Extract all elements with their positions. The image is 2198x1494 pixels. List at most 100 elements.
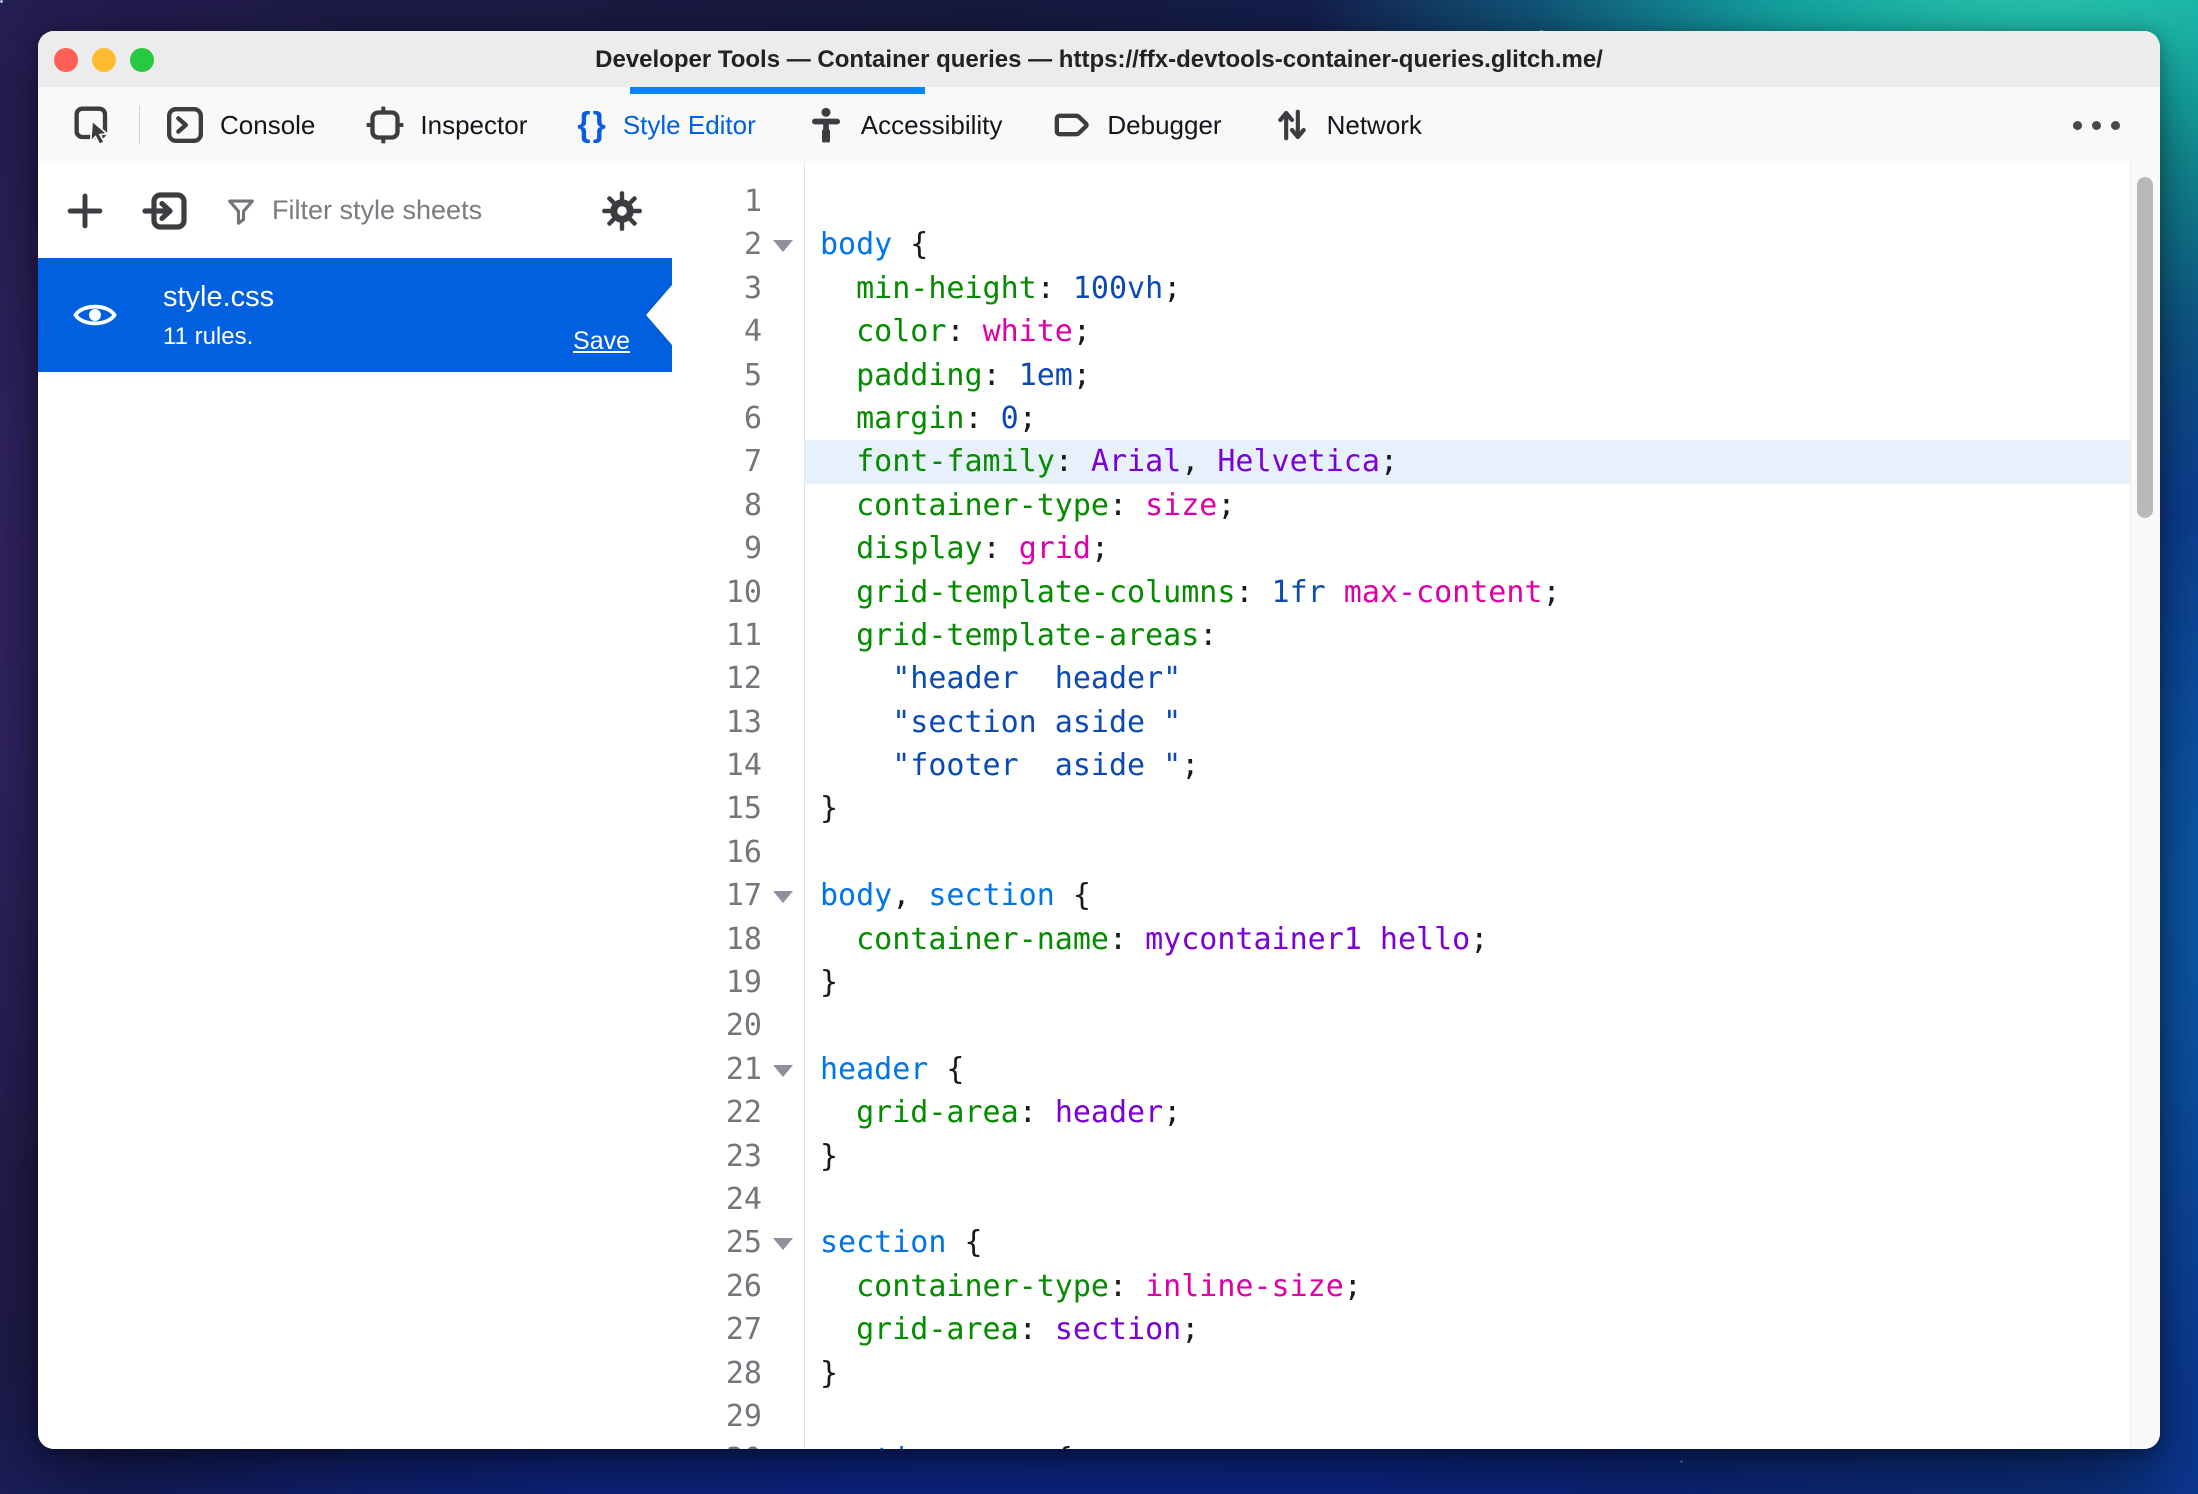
save-link[interactable]: Save — [573, 327, 630, 356]
code-token: : — [1108, 1268, 1146, 1304]
code-token: header — [820, 1051, 929, 1087]
code-token: : — [1235, 574, 1272, 610]
code-token: : — [1018, 1095, 1055, 1131]
stylesheet-item-style-css[interactable]: style.css 11 rules. Save — [38, 258, 672, 372]
import-icon — [142, 191, 187, 230]
code-line[interactable]: 4 color: white; — [672, 310, 2160, 353]
code-line[interactable]: 1 — [672, 180, 2160, 223]
code-line[interactable]: 8 container-type: size; — [672, 484, 2160, 527]
code-token: { — [1054, 878, 1091, 914]
code-token: font-family — [820, 444, 1055, 480]
code-text: "footer aside "; — [820, 744, 1199, 787]
debugger-icon — [1055, 113, 1090, 137]
fold-toggle-icon[interactable] — [773, 1238, 793, 1251]
meatball-menu-button[interactable] — [2065, 113, 2128, 138]
meatball-dot — [2111, 120, 2120, 130]
tab-style-editor[interactable]: {} Style Editor — [552, 87, 780, 163]
editor-scrollbar-track[interactable] — [2130, 163, 2160, 1449]
code-line[interactable]: 16 — [672, 831, 2160, 874]
code-token: : — [1199, 617, 1218, 653]
code-token: : — [1036, 270, 1073, 306]
tab-label: Inspector — [420, 109, 528, 140]
code-token: grid-template-areas — [820, 617, 1200, 653]
code-line[interactable]: 26 container-type: inline-size; — [672, 1265, 2160, 1308]
code-text: min-height: 100vh; — [820, 267, 1181, 310]
fold-toggle-icon[interactable] — [773, 1064, 793, 1077]
code-token: : — [964, 400, 1001, 436]
code-line[interactable]: 25 section { — [672, 1221, 2160, 1264]
tab-accessibility[interactable]: Accessibility — [781, 87, 1028, 163]
code-line[interactable]: 18 container-name: mycontainer1 hello; — [672, 918, 2160, 961]
code-token: ; — [1090, 531, 1109, 567]
code-line[interactable]: 7 font-family: Arial, Helvetica; — [672, 440, 2160, 484]
code-text: container-name: mycontainer1 hello; — [820, 918, 1488, 961]
code-line[interactable]: 10 grid-template-columns: 1fr max-conten… — [672, 571, 2160, 614]
code-token: container-name — [820, 921, 1109, 957]
code-text: body { — [820, 223, 928, 266]
code-line[interactable]: 23} — [672, 1135, 2160, 1178]
fold-toggle-icon[interactable] — [773, 240, 793, 253]
console-icon — [167, 107, 203, 143]
visibility-eye-icon[interactable] — [72, 292, 118, 338]
tab-debugger[interactable]: Debugger — [1027, 87, 1246, 163]
code-line[interactable]: 3 min-height: 100vh; — [672, 267, 2160, 310]
code-token: max-content — [1343, 574, 1543, 610]
code-line[interactable]: 2 body { — [672, 223, 2160, 266]
code-line[interactable]: 24 — [672, 1178, 2160, 1221]
node-picker-button[interactable] — [71, 103, 115, 147]
code-line[interactable]: 19} — [672, 961, 2160, 1004]
editor-scrollbar-thumb[interactable] — [2137, 177, 2153, 518]
code-token: : — [1018, 1312, 1055, 1348]
code-text: grid-template-areas: — [820, 614, 1217, 657]
code-line[interactable]: 27 grid-area: section; — [672, 1308, 2160, 1351]
code-line[interactable]: 11 grid-template-areas: — [672, 614, 2160, 657]
code-line[interactable]: 28} — [672, 1352, 2160, 1395]
code-line[interactable]: 21 header { — [672, 1048, 2160, 1091]
filter-style-sheets-input[interactable] — [270, 194, 574, 227]
tab-inspector[interactable]: Inspector — [340, 87, 552, 163]
source-editor[interactable]: 1 2 body {3 min-height: 100vh; 4 color: whi… — [672, 163, 2160, 1449]
tab-network[interactable]: Network — [1247, 87, 1447, 163]
code-line[interactable]: 30 section span { — [672, 1438, 2160, 1449]
code-line[interactable]: 15} — [672, 787, 2160, 830]
line-number: 3 — [743, 270, 762, 306]
code-token: : — [1108, 487, 1146, 523]
selected-sheet-marker — [646, 285, 672, 345]
code-token: "header header" — [820, 661, 1182, 697]
code-line[interactable]: 5 padding: 1em; — [672, 354, 2160, 397]
code-line[interactable]: 9 display: grid; — [672, 527, 2160, 570]
import-stylesheet-button[interactable] — [142, 187, 190, 235]
code-token: : — [1108, 921, 1146, 957]
tab-label: Debugger — [1107, 109, 1222, 140]
code-text: } — [820, 1135, 838, 1178]
code-line[interactable]: 6 margin: 0; — [672, 397, 2160, 440]
meatball-dot — [2092, 120, 2101, 130]
code-token: : — [946, 314, 983, 350]
code-token: padding — [820, 357, 983, 393]
stylesheet-sidebar: style.css 11 rules. Save — [38, 163, 673, 1449]
code-line[interactable]: 13 "section aside " — [672, 701, 2160, 744]
code-line[interactable]: 20 — [672, 1004, 2160, 1047]
line-number: 7 — [743, 444, 762, 480]
code-token: section — [820, 1225, 947, 1261]
line-number: 20 — [725, 1008, 762, 1044]
code-token: hello — [1379, 921, 1471, 957]
code-line[interactable]: 17 body, section { — [672, 874, 2160, 917]
code-text: header { — [820, 1048, 965, 1091]
code-line[interactable]: 14 "footer aside "; — [672, 744, 2160, 787]
new-stylesheet-button[interactable] — [64, 190, 106, 232]
code-line[interactable]: 12 "header header" — [672, 657, 2160, 700]
code-text: section { — [820, 1221, 983, 1264]
options-button[interactable] — [600, 189, 644, 233]
line-number: 29 — [725, 1398, 762, 1434]
line-number: 25 — [725, 1225, 762, 1261]
code-text: grid-area: section; — [820, 1308, 1199, 1351]
code-token: : — [1054, 444, 1091, 480]
gear-icon — [602, 190, 642, 231]
fold-toggle-icon[interactable] — [773, 891, 793, 904]
code-line[interactable]: 29 — [672, 1395, 2160, 1438]
tab-console[interactable]: Console — [140, 87, 340, 163]
code-text: body, section { — [820, 874, 1091, 917]
code-line[interactable]: 22 grid-area: header; — [672, 1091, 2160, 1134]
